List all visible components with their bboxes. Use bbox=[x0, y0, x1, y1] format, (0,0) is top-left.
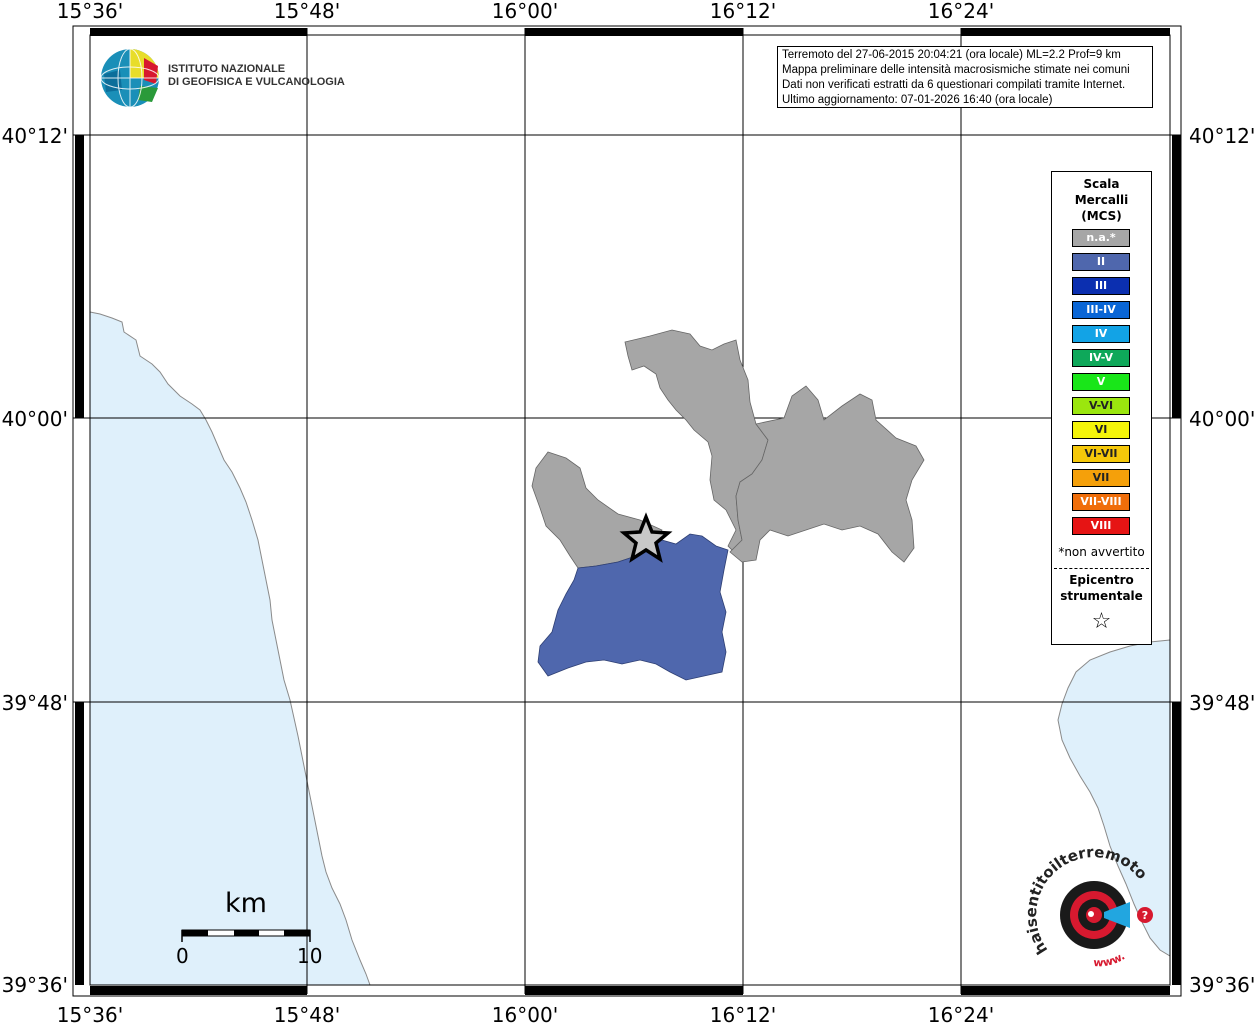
lon-label: 15°36' bbox=[57, 0, 123, 23]
ingv-logo-text: ISTITUTO NAZIONALE DI GEOFISICA E VULCAN… bbox=[168, 63, 345, 89]
svg-text:www.: www. bbox=[1093, 950, 1127, 970]
svg-text:?: ? bbox=[1142, 909, 1148, 922]
info-line-event: Terremoto del 27-06-2015 20:04:21 (ora l… bbox=[782, 49, 1121, 61]
lat-label: 39°36' bbox=[2, 973, 68, 997]
lat-label: 40°12' bbox=[1189, 124, 1254, 148]
earthquake-info-box: Terremoto del 27-06-2015 20:04:21 (ora l… bbox=[777, 46, 1153, 108]
tyrrhenian-sea bbox=[89, 311, 371, 986]
intensity-legend: Scala Mercalli (MCS) n.a.* II III III-IV IV I… bbox=[1051, 171, 1152, 645]
legend-epicenter-line: Epicentro bbox=[1069, 573, 1134, 587]
legend-title: Scala Mercalli (MCS) bbox=[1052, 176, 1151, 224]
legend-swatch: III bbox=[1072, 277, 1130, 295]
legend-title-line: (MCS) bbox=[1081, 209, 1122, 223]
lat-label: 39°48' bbox=[1189, 691, 1254, 715]
lon-label: 16°00' bbox=[492, 0, 558, 23]
lon-label: 15°48' bbox=[274, 1003, 340, 1024]
lat-label: 40°00' bbox=[1189, 407, 1254, 431]
lon-label: 15°48' bbox=[274, 0, 340, 23]
legend-swatch: VII-VIII bbox=[1072, 493, 1130, 511]
scale-bar-unit: km bbox=[225, 888, 267, 919]
lat-label: 39°48' bbox=[2, 691, 68, 715]
lat-label: 39°36' bbox=[1189, 973, 1254, 997]
longitude-labels-bottom: 15°36' 15°48' 16°00' 16°12' 16°24' bbox=[57, 1003, 994, 1024]
scale-bar-start-label: 0 bbox=[176, 944, 189, 968]
legend-title-line: Scala bbox=[1083, 177, 1120, 191]
longitude-labels-top: 15°36' 15°48' 16°00' 16°12' 16°24' bbox=[57, 0, 994, 23]
legend-swatch: n.a.* bbox=[1072, 229, 1130, 247]
lon-label: 15°36' bbox=[57, 1003, 123, 1024]
ingv-logo-line2: DI GEOFISICA E VULCANOLOGIA bbox=[168, 76, 345, 88]
legend-swatch: VI bbox=[1072, 421, 1130, 439]
lon-label: 16°12' bbox=[710, 1003, 776, 1024]
star-icon: ☆ bbox=[1091, 609, 1112, 634]
legend-epicenter-label: Epicentro strumentale bbox=[1052, 572, 1151, 604]
legend-swatch: IV-V bbox=[1072, 349, 1130, 367]
legend-swatch: V bbox=[1072, 373, 1130, 391]
legend-swatch: VII bbox=[1072, 469, 1130, 487]
info-line-updated: Ultimo aggiornamento: 07-01-2026 16:40 (… bbox=[782, 94, 1053, 106]
lat-label: 40°00' bbox=[2, 407, 68, 431]
legend-swatch: VIII bbox=[1072, 517, 1130, 535]
lat-label: 40°12' bbox=[2, 124, 68, 148]
haisentito-logo-prefix: www. bbox=[1093, 950, 1127, 970]
latitude-labels-left: 40°12' 40°00' 39°48' 39°36' bbox=[2, 124, 68, 997]
scale-bar-end-label: 10 bbox=[297, 944, 323, 968]
legend-divider bbox=[1054, 568, 1149, 569]
legend-swatch: II bbox=[1072, 253, 1130, 271]
info-line-description: Mappa preliminare delle intensità macros… bbox=[782, 64, 1130, 76]
latitude-labels-right: 40°12' 40°00' 39°48' 39°36' bbox=[1189, 124, 1254, 997]
legend-swatch: V-VI bbox=[1072, 397, 1130, 415]
ingv-logo-icon bbox=[100, 48, 160, 108]
legend-title-line: Mercalli bbox=[1074, 193, 1129, 207]
legend-swatch: VI-VII bbox=[1072, 445, 1130, 463]
legend-note: *non avvertito bbox=[1058, 545, 1145, 559]
legend-swatch: III-IV bbox=[1072, 301, 1130, 319]
ingv-logo-line1: ISTITUTO NAZIONALE bbox=[168, 63, 286, 75]
info-line-source: Dati non verificati estratti da 6 questi… bbox=[782, 79, 1126, 91]
legend-epicenter-line: strumentale bbox=[1060, 589, 1143, 603]
lon-label: 16°24' bbox=[928, 0, 994, 23]
lon-label: 16°24' bbox=[928, 1003, 994, 1024]
municipality-not-felt-east bbox=[729, 385, 925, 563]
lon-label: 16°12' bbox=[710, 0, 776, 23]
lon-label: 16°00' bbox=[492, 1003, 558, 1024]
legend-swatch: IV bbox=[1072, 325, 1130, 343]
